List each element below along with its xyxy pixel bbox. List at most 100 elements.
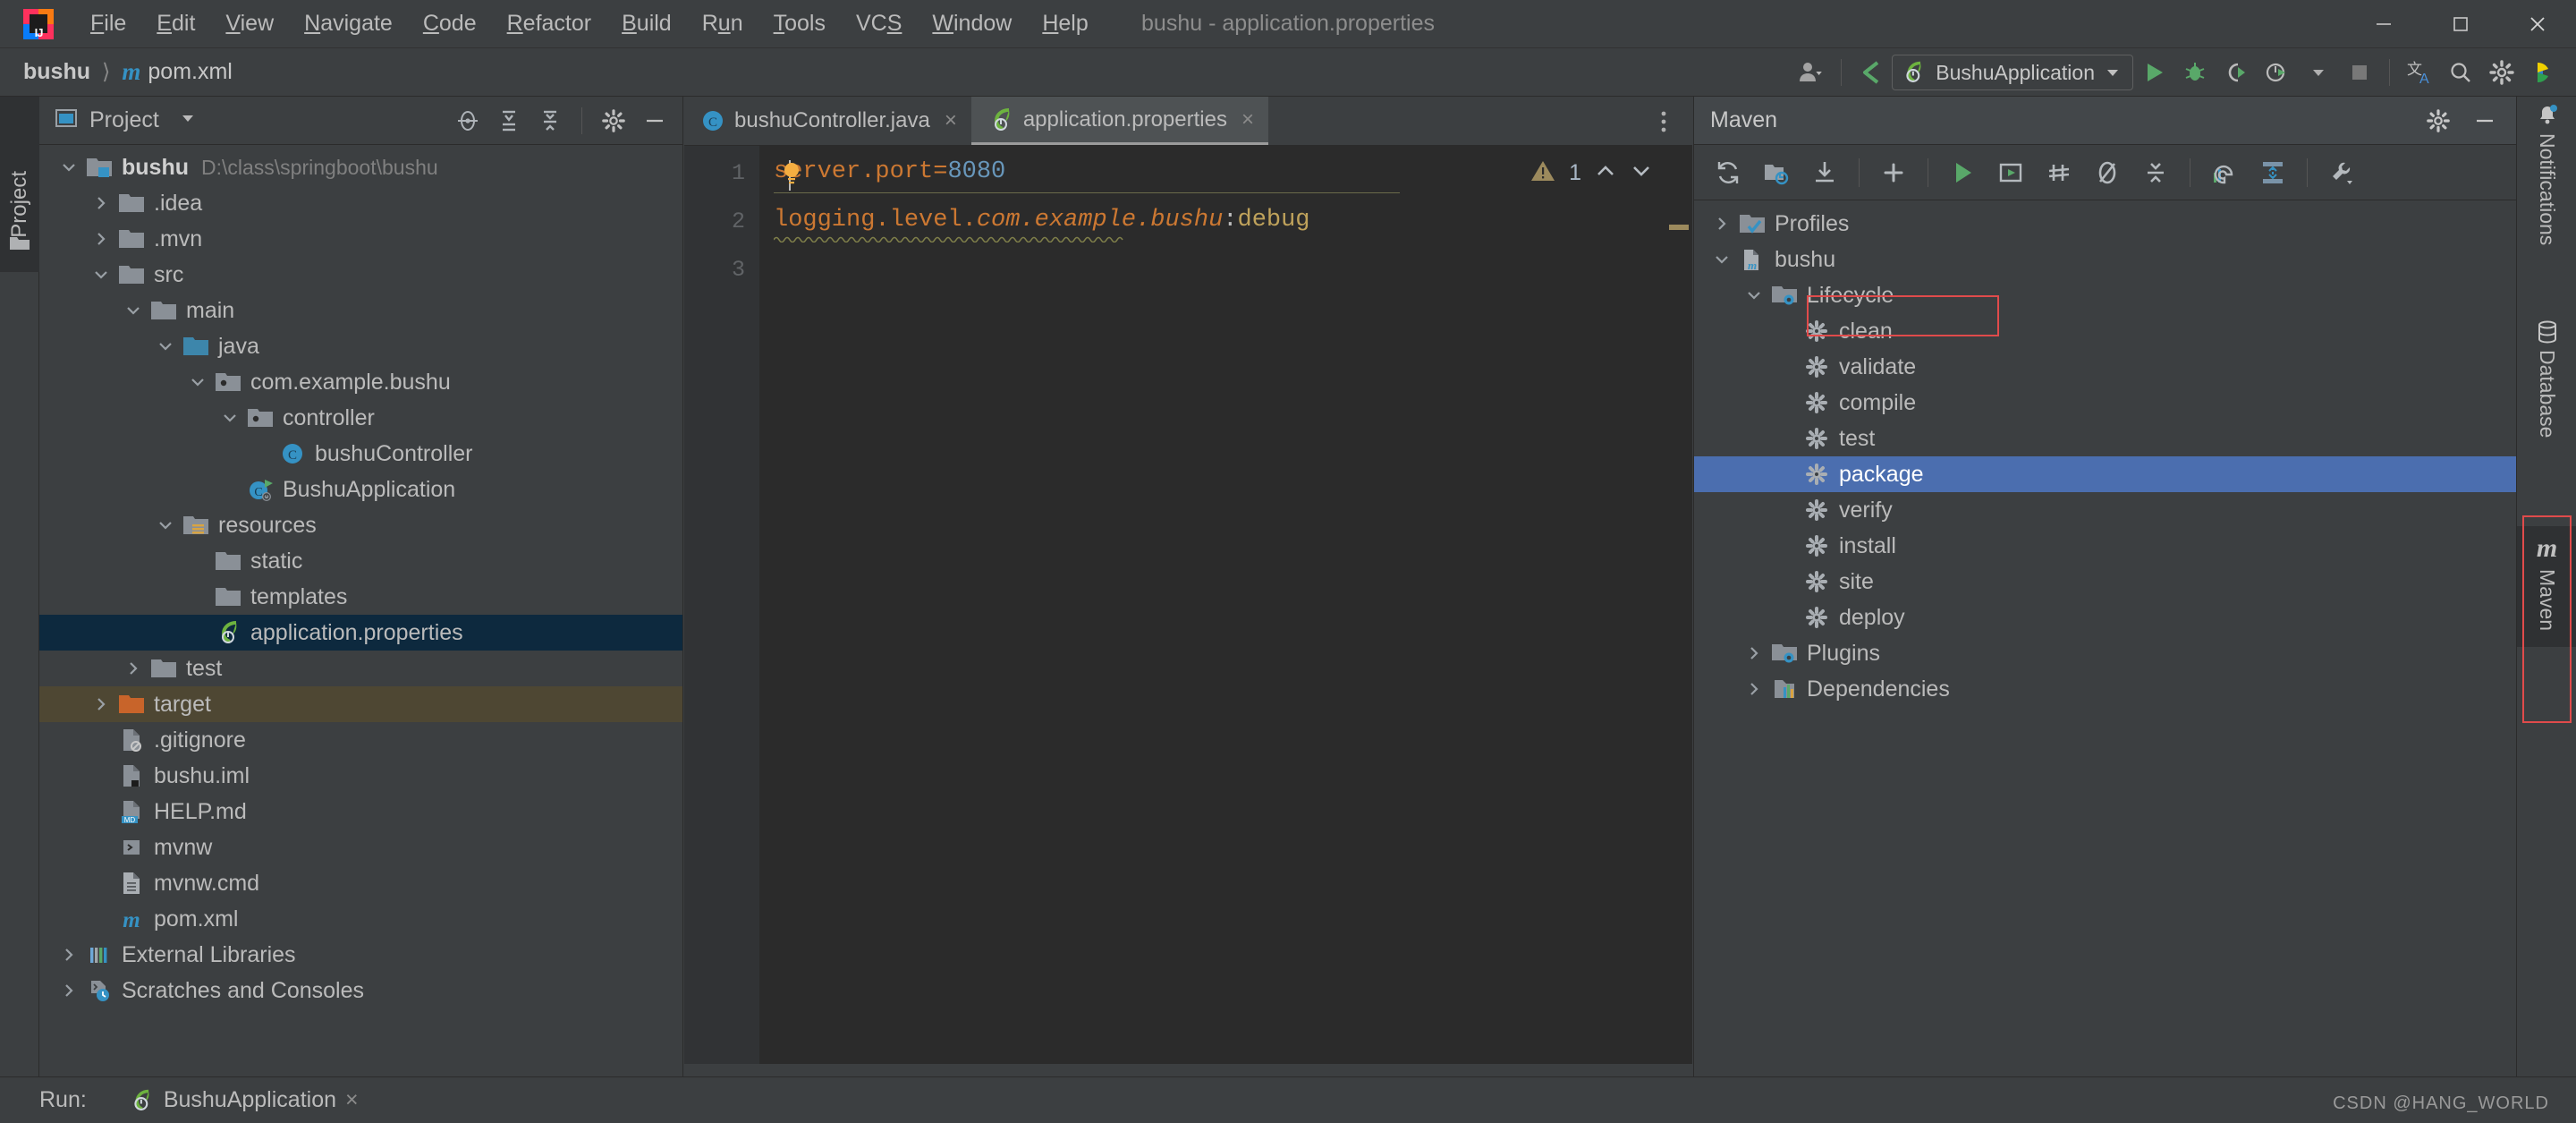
project-tree-row[interactable]: MD HELP.md [39,794,682,829]
menu-item-vcs[interactable]: VCS [841,7,917,40]
chevron-down-icon[interactable] [182,373,213,391]
show-dependencies-icon[interactable] [2203,151,2246,194]
close-icon[interactable]: × [1241,107,1254,132]
maven-settings-icon[interactable] [2320,151,2363,194]
maven-tree-row[interactable]: package [1694,456,2516,492]
hide-icon[interactable] [636,102,674,140]
maven-tree-row[interactable]: compile [1694,385,2516,421]
ide-helper-icon[interactable] [2522,52,2563,93]
chevron-right-icon[interactable] [1739,644,1769,662]
more-vertical-icon[interactable] [1644,97,1683,146]
editor-marker-strip[interactable] [1662,146,1692,1076]
project-tree-row[interactable]: static [39,543,682,579]
maven-tree-row[interactable]: site [1694,564,2516,600]
chevron-right-icon[interactable] [1739,680,1769,698]
menu-item-help[interactable]: Help [1027,7,1103,40]
chevron-down-icon[interactable] [1630,159,1653,187]
project-tree-row[interactable]: C BushuApplication [39,472,682,507]
chevron-down-icon[interactable] [150,516,181,534]
translate-icon[interactable]: 文 A [2399,52,2440,93]
profile-button[interactable] [2257,52,2298,93]
chevron-right-icon[interactable] [118,659,148,677]
chevron-right-icon[interactable] [86,695,116,713]
maven-tree-row[interactable]: test [1694,421,2516,456]
generate-sources-icon[interactable] [1755,151,1798,194]
project-tree-row[interactable]: mvnw [39,829,682,865]
project-tree-row[interactable]: bushu.iml [39,758,682,794]
maven-tree-row[interactable]: deploy [1694,600,2516,635]
collapse-all-icon[interactable] [2134,151,2177,194]
run-tab-bushuapplication[interactable]: BushuApplication × [130,1087,359,1113]
menu-item-refactor[interactable]: Refactor [492,7,607,40]
update-project-icon[interactable] [1851,52,1892,93]
editor-horizontal-splitter[interactable] [684,1064,1692,1076]
menu-item-run[interactable]: Run [687,7,758,40]
gear-icon[interactable] [2419,102,2457,140]
chevron-right-icon[interactable] [54,982,84,1000]
project-tree-row[interactable]: mvnw.cmd [39,865,682,901]
toggle-offline-icon[interactable] [2086,151,2129,194]
tool-window-tab-database[interactable]: Database [2517,319,2576,438]
chevron-down-icon[interactable] [118,302,148,319]
chevron-up-icon[interactable] [1594,159,1617,187]
chevron-down-icon[interactable] [54,158,84,176]
reload-all-icon[interactable] [1707,151,1750,194]
code-editor[interactable]: 1 2 3 server.port=8080 logging.level.com.e… [684,146,1692,1076]
chevron-right-icon[interactable] [1707,215,1737,233]
project-tree-row[interactable]: application.properties [39,615,682,651]
breadcrumb-project[interactable]: bushu [23,59,90,85]
project-tree-row[interactable]: test [39,651,682,686]
close-button[interactable] [2499,0,2576,48]
settings-gear-icon[interactable] [2481,52,2522,93]
project-tree-row[interactable]: bushu D:\class\springboot\bushu [39,149,682,185]
chevron-right-icon[interactable] [86,194,116,212]
chevron-down-icon[interactable] [215,409,245,427]
toggle-skip-tests-icon[interactable] [2038,151,2080,194]
breadcrumb-file[interactable]: m pom.xml [122,58,232,86]
chevron-down-icon[interactable] [1707,251,1737,268]
chevron-down-icon[interactable] [1739,286,1769,304]
add-maven-project-icon[interactable] [1872,151,1915,194]
project-tree-row[interactable]: External Libraries [39,937,682,973]
menu-item-edit[interactable]: Edit [141,7,210,40]
project-tree-row[interactable]: src [39,257,682,293]
maven-tree-row[interactable]: clean [1694,313,2516,349]
maven-tree-row[interactable]: verify [1694,492,2516,528]
project-tree-row[interactable]: controller [39,400,682,436]
maven-tree-row[interactable]: Profiles [1694,206,2516,242]
menu-item-file[interactable]: File [75,7,141,40]
project-tree-row[interactable]: target [39,686,682,722]
editor-tab[interactable]: application.properties × [970,97,1268,145]
inspection-widget[interactable]: 1 [1530,158,1653,188]
run-build-icon[interactable] [1989,151,2032,194]
tool-window-tab-notifications[interactable]: Notifications [2517,102,2576,245]
collapse-all-icon[interactable] [531,102,569,140]
debug-button[interactable] [2174,52,2216,93]
expand-all-icon[interactable] [490,102,528,140]
project-tree-row[interactable]: Scratches and Consoles [39,973,682,1008]
locate-icon[interactable] [449,102,487,140]
chevron-down-icon[interactable] [179,109,197,132]
maven-tree-row[interactable]: Lifecycle [1694,277,2516,313]
project-tree-row[interactable]: .idea [39,185,682,221]
maven-tree-row[interactable]: install [1694,528,2516,564]
run-icon[interactable] [1941,151,1984,194]
download-sources-icon[interactable] [1803,151,1846,194]
project-tree-row[interactable]: java [39,328,682,364]
menu-item-navigate[interactable]: Navigate [289,7,408,40]
project-tree-row[interactable]: main [39,293,682,328]
minimize-button[interactable] [2345,0,2422,48]
close-icon[interactable]: × [945,108,957,133]
search-icon[interactable] [2440,52,2481,93]
run-with-coverage-button[interactable] [2216,52,2257,93]
chevron-right-icon[interactable] [54,946,84,964]
project-tree-row[interactable]: .mvn [39,221,682,257]
menu-item-tools[interactable]: Tools [758,7,841,40]
project-tree-row[interactable]: .gitignore [39,722,682,758]
menu-item-window[interactable]: Window [917,7,1027,40]
editor-tab[interactable]: CbushuController.java × [684,97,971,145]
tool-window-tab-maven[interactable]: m Maven [2517,526,2576,648]
close-icon[interactable]: × [345,1087,359,1113]
maven-tree-row[interactable]: m bushu [1694,242,2516,277]
chevron-right-icon[interactable] [86,230,116,248]
